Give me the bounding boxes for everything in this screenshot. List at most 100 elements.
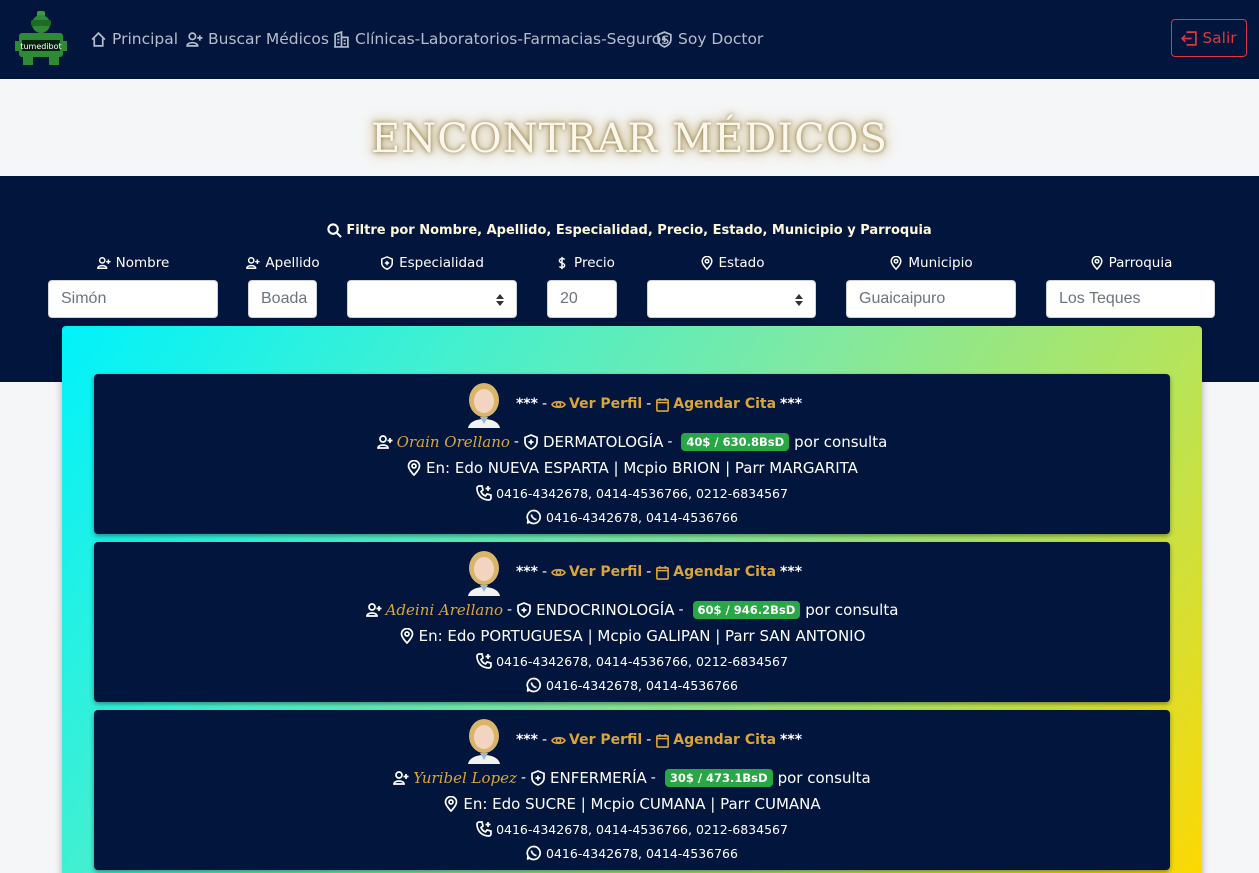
person-add-icon: [365, 603, 382, 617]
schedule-label: Agendar Cita: [673, 732, 777, 748]
doctor-name[interactable]: Orain Orellano: [397, 433, 510, 451]
parroquia-input[interactable]: Los Teques: [1046, 280, 1215, 318]
card-phone-row: 0416-4342678, 0414-4536766, 0212-6834567: [94, 651, 1170, 671]
results-panel: *** - Ver Perfil - Agendar Cita *** Orai…: [62, 326, 1202, 873]
stars-right: ***: [780, 732, 803, 748]
card-whatsapp-row: 0416-4342678, 0414-4536766: [94, 843, 1170, 863]
especialidad-select[interactable]: [347, 280, 517, 318]
doctor-whatsapp: 0416-4342678, 0414-4536766: [546, 845, 738, 861]
whatsapp-icon: [526, 677, 542, 693]
separator: -: [520, 770, 526, 786]
person-add-icon: [376, 435, 393, 449]
view-profile-label: Ver Perfil: [569, 732, 643, 748]
buildings-icon: [334, 30, 349, 48]
nav-item-label: Clínicas-Laboratorios-Farmacias-Seguros: [355, 30, 670, 48]
estado-select[interactable]: [647, 280, 816, 318]
search-icon: [327, 223, 343, 238]
page-title: ENCONTRAR MÉDICOS: [371, 116, 888, 162]
view-profile-link[interactable]: Ver Perfil: [551, 564, 642, 580]
label-precio: Precio: [540, 254, 630, 272]
label-text: Parroquia: [1108, 255, 1173, 271]
price-badge: 30$ / 473.1BsD: [664, 769, 773, 787]
whatsapp-icon: [526, 845, 542, 861]
nav-item-label: Principal: [112, 30, 179, 48]
doctor-name[interactable]: Yuribel Lopez: [413, 769, 517, 787]
label-text: Municipio: [908, 255, 973, 271]
shield-plus-icon: [524, 434, 538, 450]
nav-item-label: Soy Doctor: [678, 30, 764, 48]
doctor-card: *** - Ver Perfil - Agendar Cita *** Orai…: [94, 374, 1170, 534]
eye-icon: [551, 736, 566, 744]
doctor-avatar: [467, 551, 500, 596]
geo-pin-icon: [444, 796, 458, 812]
precio-input[interactable]: 20: [547, 280, 617, 318]
calendar-icon: [656, 397, 670, 412]
filter-title-text: Filtre por Nombre, Apellido, Especialida…: [346, 223, 932, 238]
nav-item-soy-doctor[interactable]: Soy Doctor: [656, 28, 763, 50]
shield-plus-icon: [531, 770, 545, 786]
house-icon: [91, 31, 106, 47]
per-consult-text: por consulta: [794, 433, 888, 451]
eye-icon: [551, 400, 566, 408]
schedule-appointment-link[interactable]: Agendar Cita: [655, 564, 776, 580]
doctor-location: En: Edo NUEVA ESPARTA | Mcpio BRION | Pa…: [426, 459, 858, 477]
shield-plus-icon: [381, 256, 394, 270]
tumedibot-logo[interactable]: tumedibot: [15, 11, 67, 67]
nav-item-buscar-medicos[interactable]: Buscar Médicos: [186, 28, 329, 50]
separator: -: [541, 564, 548, 580]
nombre-input[interactable]: Simón: [48, 280, 218, 318]
label-estado: Estado: [647, 254, 817, 272]
schedule-appointment-link[interactable]: Agendar Cita: [655, 732, 776, 748]
doctor-card: *** - Ver Perfil - Agendar Cita *** Yuri…: [94, 710, 1170, 870]
separator: -: [646, 732, 652, 748]
view-profile-label: Ver Perfil: [569, 564, 643, 580]
label-text: Apellido: [265, 255, 320, 271]
calendar-icon: [656, 733, 670, 748]
stars-right: ***: [780, 564, 803, 580]
apellido-input[interactable]: Boada: [248, 280, 317, 318]
view-profile-label: Ver Perfil: [569, 396, 643, 412]
doctor-location: En: Edo PORTUGUESA | Mcpio GALIPAN | Par…: [418, 627, 866, 645]
per-consult-text: por consulta: [805, 601, 899, 619]
nav-item-principal[interactable]: Principal: [90, 28, 178, 50]
doctor-location: En: Edo SUCRE | Mcpio CUMANA | Parr CUMA…: [463, 795, 821, 813]
per-consult-text: por consulta: [777, 769, 871, 787]
municipio-input[interactable]: Guaicaipuro: [846, 280, 1016, 318]
logout-button[interactable]: Salir: [1171, 19, 1247, 57]
card-location-row: En: Edo NUEVA ESPARTA | Mcpio BRION | Pa…: [94, 458, 1170, 478]
stars-left: ***: [515, 732, 538, 748]
view-profile-link[interactable]: Ver Perfil: [551, 396, 642, 412]
doctor-name[interactable]: Adeini Arellano: [386, 601, 503, 619]
schedule-appointment-link[interactable]: Agendar Cita: [655, 396, 776, 412]
label-text: Nombre: [115, 255, 170, 271]
price-badge: 40$ / 630.8BsD: [681, 433, 790, 451]
card-whatsapp-row: 0416-4342678, 0414-4536766: [94, 675, 1170, 695]
card-phone-row: 0416-4342678, 0414-4536766, 0212-6834567: [94, 819, 1170, 839]
doctor-avatar: [467, 719, 500, 764]
doctor-phones: 0416-4342678, 0414-4536766, 0212-6834567: [496, 485, 788, 501]
stars-left: ***: [515, 396, 538, 412]
nav-item-label: Buscar Médicos: [208, 30, 329, 48]
card-location-row: En: Edo SUCRE | Mcpio CUMANA | Parr CUMA…: [94, 794, 1170, 814]
view-profile-link[interactable]: Ver Perfil: [551, 732, 642, 748]
person-add-icon: [246, 257, 260, 269]
separator: -: [650, 770, 656, 786]
doctor-specialty: ENDOCRINOLOGÍA: [536, 601, 675, 619]
label-text: Especialidad: [399, 255, 484, 271]
logout-label: Salir: [1202, 29, 1237, 47]
stars-right: ***: [780, 396, 803, 412]
filter-title: Filtre por Nombre, Apellido, Especialida…: [0, 223, 1259, 238]
separator: -: [541, 732, 548, 748]
geo-pin-icon: [407, 460, 421, 476]
card-name-row: Adeini Arellano - ENDOCRINOLOGÍA - 60$ /…: [94, 600, 1170, 620]
separator: -: [507, 602, 513, 618]
card-name-row: Orain Orellano - DERMATOLOGÍA - 40$ / 63…: [94, 432, 1170, 452]
card-actions-row: *** - Ver Perfil - Agendar Cita ***: [94, 715, 1170, 765]
person-add-icon: [393, 771, 409, 785]
navbar: tumedibot Principal Buscar Médicos Clíni…: [0, 0, 1259, 79]
person-add-icon: [96, 257, 111, 269]
schedule-label: Agendar Cita: [673, 396, 777, 412]
separator: -: [541, 396, 548, 412]
nav-item-clinicas[interactable]: Clínicas-Laboratorios-Farmacias-Seguros: [333, 28, 669, 50]
card-actions-row: *** - Ver Perfil - Agendar Cita ***: [94, 379, 1170, 429]
